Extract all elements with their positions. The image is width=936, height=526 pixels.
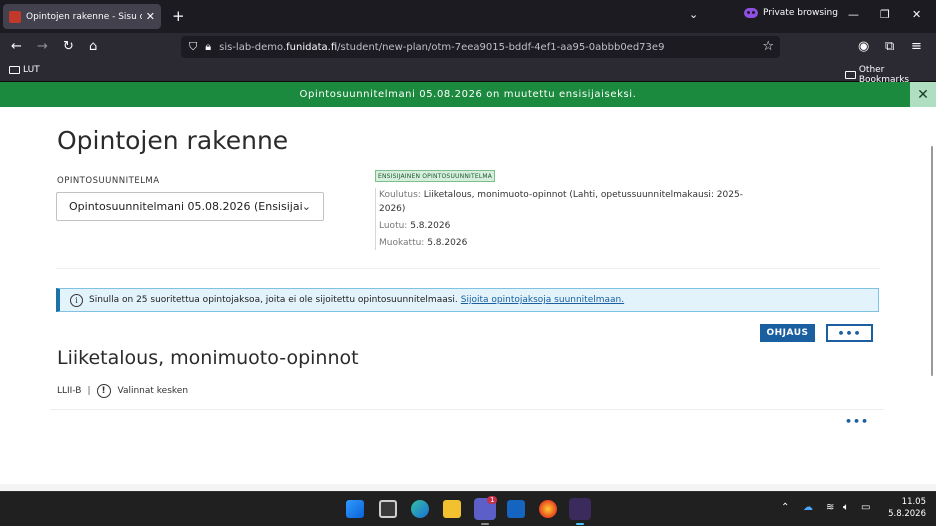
edge-browser-icon[interactable] bbox=[411, 500, 429, 518]
plan-select-dropdown[interactable]: Opintosuunnitelmani 05.08.2026 (Ensisija… bbox=[56, 192, 324, 221]
success-notification: Opintosuunnitelmani 05.08.2026 on muutet… bbox=[0, 82, 936, 107]
close-window-icon[interactable]: ✕ bbox=[912, 8, 921, 21]
system-clock[interactable]: 11.05 5.8.2026 bbox=[882, 496, 926, 520]
screen: Opintojen rakenne - Sisu opiskelija ✕ + … bbox=[0, 0, 936, 526]
page-title: Opintojen rakenne bbox=[57, 126, 289, 155]
notification-close-button[interactable]: ✕ bbox=[910, 82, 936, 107]
extensions-icon[interactable]: ⧉ bbox=[885, 39, 894, 55]
programme-meta-row: LLII-B | ! Valinnat kesken bbox=[57, 384, 188, 398]
bookmark-folder-lut[interactable]: LUT bbox=[9, 65, 40, 75]
koulutus-row: Koulutus: Liiketalous, monimuoto-opinnot… bbox=[379, 188, 745, 216]
notification-text: Opintosuunnitelmani 05.08.2026 on muutet… bbox=[299, 89, 637, 100]
back-icon[interactable]: ← bbox=[11, 39, 22, 55]
file-explorer-icon[interactable] bbox=[443, 500, 461, 518]
tray-overflow-chevron-icon[interactable]: ⌃ bbox=[781, 502, 789, 513]
battery-icon[interactable]: ▭ bbox=[861, 502, 870, 513]
restore-window-icon[interactable]: ❐ bbox=[880, 8, 890, 21]
task-view-icon[interactable] bbox=[379, 500, 397, 518]
sisu-favicon-icon bbox=[9, 10, 21, 23]
wifi-icon[interactable]: ≋ bbox=[826, 502, 834, 513]
shield-icon[interactable]: ⛉ bbox=[189, 40, 197, 54]
firefox-private-icon[interactable] bbox=[569, 498, 591, 520]
private-browsing-label: Private browsing bbox=[763, 8, 838, 18]
list-tabs-chevron-icon[interactable]: ⌄ bbox=[689, 8, 698, 21]
forward-icon[interactable]: → bbox=[37, 39, 48, 55]
private-mask-icon bbox=[744, 8, 758, 18]
muokattu-value: 5.8.2026 bbox=[427, 238, 468, 248]
menu-icon[interactable]: ≡ bbox=[911, 39, 922, 55]
chevron-down-icon: ⌄ bbox=[301, 200, 311, 213]
meta-separator: | bbox=[87, 386, 91, 396]
new-tab-button[interactable]: + bbox=[172, 7, 185, 25]
programme-more-options-button[interactable]: ••• bbox=[845, 415, 869, 428]
page-bottom-strip bbox=[0, 484, 936, 491]
onedrive-cloud-icon[interactable]: ☁ bbox=[803, 502, 813, 513]
address-bar[interactable]: ⛉ 🔒︎ sis-lab-demo.funidata.fi/student/ne… bbox=[181, 36, 780, 58]
home-icon[interactable]: ⌂ bbox=[89, 39, 97, 55]
mail-icon[interactable] bbox=[507, 500, 525, 518]
bookmarks-bar: LUT Other Bookmarks bbox=[0, 61, 936, 85]
programme-code: LLII-B bbox=[57, 386, 82, 396]
divider bbox=[50, 409, 884, 410]
windows-start-icon[interactable] bbox=[346, 500, 364, 518]
plan-select-label: OPINTOSUUNNITELMA bbox=[57, 176, 160, 186]
browser-tab-bar: Opintojen rakenne - Sisu opiskelija ✕ + … bbox=[0, 0, 936, 33]
browser-nav-bar: ← → ↻ ⌂ ⛉ 🔒︎ sis-lab-demo.funidata.fi/st… bbox=[0, 33, 936, 61]
warning-icon: ! bbox=[96, 384, 111, 398]
teams-active-indicator bbox=[481, 523, 489, 525]
account-icon[interactable]: ◉ bbox=[858, 39, 869, 55]
plan-select-value: Opintosuunnitelmani 05.08.2026 (Ensisija… bbox=[69, 200, 302, 213]
tab-close-icon[interactable]: ✕ bbox=[146, 10, 155, 23]
clock-time: 11.05 bbox=[901, 497, 926, 507]
alert-text: Sinulla on 25 suoritettua opintojaksoa, … bbox=[89, 295, 458, 305]
more-options-button[interactable]: ••• bbox=[826, 324, 873, 342]
reload-icon[interactable]: ↻ bbox=[63, 39, 74, 55]
private-browsing-indicator: Private browsing bbox=[744, 8, 838, 18]
windows-taskbar: 1 ⌃ ☁ ≋ 🔈︎ ▭ 11.05 5.8.2026 bbox=[0, 491, 936, 526]
minimize-window-icon[interactable]: — bbox=[848, 8, 859, 21]
divider bbox=[56, 268, 880, 269]
browser-tab-active[interactable]: Opintojen rakenne - Sisu opiskelija ✕ bbox=[3, 4, 161, 29]
star-icon[interactable]: ☆ bbox=[762, 39, 774, 54]
koulutus-key: Koulutus: bbox=[379, 190, 421, 200]
ohjaus-button[interactable]: OHJAUS bbox=[760, 324, 815, 342]
page-content: Opintosuunnitelmani 05.08.2026 on muutet… bbox=[0, 82, 936, 491]
lock-icon[interactable]: 🔒︎ bbox=[205, 40, 211, 54]
luotu-value: 5.8.2026 bbox=[410, 221, 451, 231]
folder-icon bbox=[9, 66, 20, 74]
private-active-indicator bbox=[576, 523, 584, 525]
url-text[interactable]: sis-lab-demo.funidata.fi/student/new-pla… bbox=[219, 42, 664, 53]
page-scrollbar[interactable] bbox=[931, 146, 933, 376]
luotu-row: Luotu: 5.8.2026 bbox=[379, 219, 745, 233]
folder-icon bbox=[845, 71, 856, 79]
muokattu-row: Muokattu: 5.8.2026 bbox=[379, 236, 745, 250]
primary-plan-badge: ENSISIJAINEN OPINTOSUUNNITELMA bbox=[375, 170, 496, 182]
info-icon: i bbox=[70, 293, 83, 307]
place-courses-link[interactable]: Sijoita opintojaksoja suunnitelmaan. bbox=[461, 295, 624, 305]
selection-status: Valinnat kesken bbox=[117, 386, 189, 396]
plan-info-block: Koulutus: Liiketalous, monimuoto-opinnot… bbox=[375, 188, 745, 250]
bookmark-folder-label: LUT bbox=[23, 65, 40, 75]
koulutus-value: Liiketalous, monimuoto-opinnot (Lahti, o… bbox=[379, 190, 743, 214]
degree-programme-title: Liiketalous, monimuoto-opinnot bbox=[57, 347, 359, 369]
volume-icon[interactable]: 🔈︎ bbox=[843, 502, 849, 513]
muokattu-key: Muokattu: bbox=[379, 238, 425, 248]
info-alert: i Sinulla on 25 suoritettua opintojaksoa… bbox=[56, 288, 879, 312]
clock-date: 5.8.2026 bbox=[888, 509, 926, 519]
firefox-icon[interactable] bbox=[539, 500, 557, 518]
luotu-key: Luotu: bbox=[379, 221, 408, 231]
tab-title: Opintojen rakenne - Sisu opiskelija bbox=[26, 11, 142, 22]
